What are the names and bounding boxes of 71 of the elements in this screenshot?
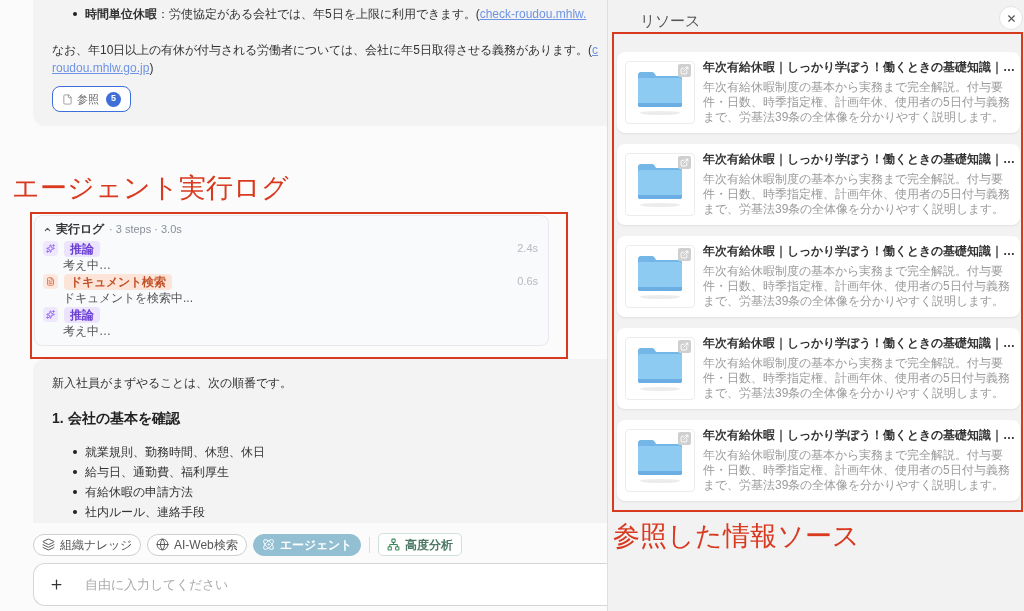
resource-card[interactable]: 年次有給休暇｜しっかり学ぼう！働くときの基礎知識｜… 年次有給休暇制度の基本から実務まで完全解説。付与要件・日数、時季指定権、計画年休、使用者の5日付与義務まで、労基法39条の全体像を分かりやすく説明します。 bbox=[617, 144, 1020, 225]
step-status-text: 考え中… bbox=[63, 257, 111, 273]
annotation-label: 参照した情報ソース bbox=[613, 523, 860, 550]
step-duration: 2.4s bbox=[517, 241, 538, 257]
folder-icon bbox=[637, 161, 683, 208]
list-item-text: 時間単位休暇：労使協定がある会社では、年5日を上限に利用できます。(check-roudou.mhlw. bbox=[85, 6, 587, 23]
resource-title: 年次有給休暇｜しっかり学ぼう！働くときの基礎知識｜… bbox=[703, 244, 1015, 259]
document-icon bbox=[62, 93, 73, 105]
step-duration: 0.6s bbox=[517, 274, 538, 290]
resource-description: 年次有給休暇制度の基本から実務まで完全解説。付与要件・日数、時季指定権、計画年休、使用者の5日付与義務まで、労基法39条の全体像を分かりやすく説明します。 bbox=[703, 448, 1011, 493]
resource-description: 年次有給休暇制度の基本から実務まで完全解説。付与要件・日数、時季指定権、計画年休、使用者の5日付与義務まで、労基法39条の全体像を分かりやすく説明します。 bbox=[703, 356, 1011, 401]
bullet-icon bbox=[73, 510, 77, 514]
caret-icon[interactable] bbox=[43, 225, 52, 234]
hierarchy-icon bbox=[386, 538, 400, 551]
reference-button[interactable]: 参照 5 bbox=[52, 86, 131, 112]
bullet-icon bbox=[73, 450, 77, 454]
folder-icon bbox=[637, 437, 683, 484]
list-item-text: 給与日、通勤費、福利厚生 bbox=[85, 464, 229, 481]
plus-icon bbox=[48, 577, 64, 592]
step-status-text: ドキュメントを検索中... bbox=[63, 290, 193, 306]
globe-icon bbox=[156, 538, 169, 551]
resource-card[interactable]: 年次有給休暇｜しっかり学ぼう！働くときの基礎知識｜… 年次有給休暇制度の基本から実務まで完全解説。付与要件・日数、時季指定権、計画年休、使用者の5日付与義務まで、労基法39条の全体像を分かりやすく説明します。 bbox=[617, 328, 1020, 409]
add-button[interactable] bbox=[48, 576, 64, 593]
document-icon bbox=[43, 274, 58, 289]
resource-description: 年次有給休暇制度の基本から実務まで完全解説。付与要件・日数、時季指定権、計画年休、使用者の5日付与義務まで、労基法39条の全体像を分かりやすく説明します。 bbox=[703, 264, 1011, 309]
message-text: 新入社員がまずやることは、次の順番です。 bbox=[52, 375, 292, 392]
resource-description: 年次有給休暇制度の基本から実務まで完全解説。付与要件・日数、時季指定権、計画年休、使用者の5日付与義務まで、労基法39条の全体像を分かりやすく説明します。 bbox=[703, 80, 1011, 125]
bullet-icon bbox=[73, 470, 77, 474]
list-item-text: 有給休暇の申請方法 bbox=[85, 484, 193, 501]
bullet-icon bbox=[73, 490, 77, 494]
resource-title: 年次有給休暇｜しっかり学ぼう！働くときの基礎知識｜… bbox=[703, 60, 1015, 75]
log-title: 実行ログ bbox=[56, 222, 104, 237]
folder-icon bbox=[637, 345, 683, 392]
folder-icon bbox=[637, 69, 683, 116]
resource-card[interactable]: 年次有給休暇｜しっかり学ぼう！働くときの基礎知識｜… 年次有給休暇制度の基本から実務まで完全解説。付与要件・日数、時季指定権、計画年休、使用者の5日付与義務まで、労基法39条の全体像を分かりやすく説明します。 bbox=[617, 236, 1020, 317]
close-button[interactable] bbox=[999, 6, 1023, 30]
panel-title: リソース bbox=[640, 11, 700, 31]
resource-description: 年次有給休暇制度の基本から実務まで完全解説。付与要件・日数、時季指定権、計画年休、使用者の5日付与義務まで、労基法39条の全体像を分かりやすく説明します。 bbox=[703, 172, 1011, 217]
resource-title: 年次有給休暇｜しっかり学ぼう！働くときの基礎知識｜… bbox=[703, 428, 1015, 443]
annotation-label: エージェント実行ログ bbox=[12, 175, 289, 202]
step-tag: ドキュメント検索 bbox=[64, 273, 172, 290]
close-icon bbox=[1005, 12, 1017, 24]
count-badge: 5 bbox=[106, 91, 121, 107]
log-summary: · 3 steps · 3.0s bbox=[109, 222, 182, 237]
resource-title: 年次有給休暇｜しっかり学ぼう！働くときの基礎知識｜… bbox=[703, 152, 1015, 167]
layers-icon bbox=[42, 538, 55, 551]
external-link-icon bbox=[678, 156, 691, 169]
message-input[interactable]: 自由に入力してください bbox=[85, 572, 607, 597]
paragraph: なお、年10日以上の有休が付与される労働者については、会社に年5日取得させる義務があります。(c roudou.mhlw.go.jp) bbox=[52, 42, 599, 77]
analysis-button[interactable]: 高度分析 bbox=[377, 533, 462, 556]
external-link-icon bbox=[678, 340, 691, 353]
list-item-text: 就業規則、勤務時間、休憩、休日 bbox=[85, 444, 265, 461]
resource-card[interactable]: 年次有給休暇｜しっかり学ぼう！働くときの基礎知識｜… 年次有給休暇制度の基本から実務まで完全解説。付与要件・日数、時季指定権、計画年休、使用者の5日付与義務まで、労基法39条の全体像を分かりやすく説明します。 bbox=[617, 52, 1020, 133]
step-status-text: 考え中… bbox=[63, 323, 111, 339]
external-link-icon bbox=[678, 432, 691, 445]
bullet-icon bbox=[73, 12, 77, 16]
tool-chip[interactable]: 組織ナレッジ bbox=[33, 533, 141, 556]
folder-icon bbox=[637, 253, 683, 300]
resource-title: 年次有給休暇｜しっかり学ぼう！働くときの基礎知識｜… bbox=[703, 336, 1015, 351]
sparkle-icon bbox=[43, 307, 58, 322]
list-item-text: 社内ルール、連絡手段 bbox=[85, 504, 205, 521]
step-tag: 推論 bbox=[64, 240, 100, 257]
external-link-icon bbox=[678, 248, 691, 261]
section-heading: 1. 会社の基本を確認 bbox=[52, 409, 180, 428]
message-input-box[interactable]: 自由に入力してください bbox=[33, 563, 607, 606]
external-link-icon bbox=[678, 64, 691, 77]
atom-icon bbox=[261, 538, 275, 551]
step-tag: 推論 bbox=[64, 306, 100, 323]
resource-card[interactable]: 年次有給休暇｜しっかり学ぼう！働くときの基礎知識｜… 年次有給休暇制度の基本から実務まで完全解説。付与要件・日数、時季指定権、計画年休、使用者の5日付与義務まで、労基法39条の全体像を分かりやすく説明します。 bbox=[617, 420, 1020, 501]
tool-chip[interactable]: AI-Web検索 bbox=[147, 533, 247, 556]
sparkle-icon bbox=[43, 241, 58, 256]
